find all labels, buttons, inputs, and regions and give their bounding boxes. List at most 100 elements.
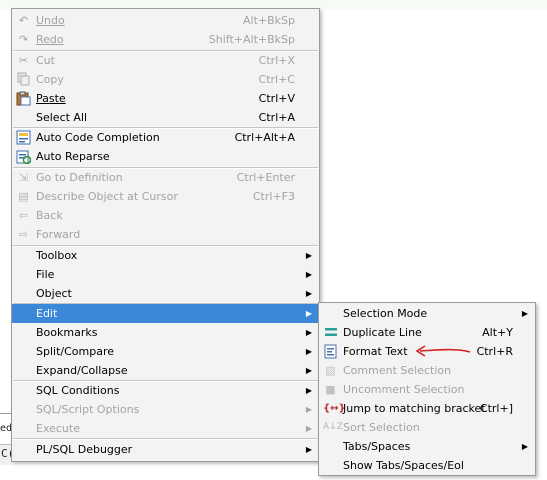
reparse-icon [16, 149, 32, 165]
menu-item-shortcut: Ctrl+V [258, 92, 295, 105]
menu-item-label: Auto Code Completion [36, 131, 160, 144]
menu-item-shortcut: Ctrl+R [476, 345, 513, 358]
submenu-arrow-icon: ▶ [305, 366, 312, 375]
menu-item-select-all[interactable]: Select All Ctrl+A [12, 108, 319, 127]
menu-item-label: Bookmarks [36, 326, 98, 339]
menu-item-label: Tabs/Spaces [343, 440, 411, 453]
menu-item-sql-conditions[interactable]: SQL Conditions ▶ [12, 381, 319, 400]
menu-item-label: Show Tabs/Spaces/Eol [343, 459, 464, 472]
menu-item-execute[interactable]: Execute ▶ [12, 419, 319, 438]
menu-item-go-to-definition[interactable]: ⇲ Go to Definition Ctrl+Enter [12, 168, 319, 187]
clipboard-icon [16, 91, 31, 106]
menu-item-edit[interactable]: Edit ▶ [12, 304, 319, 323]
submenu-item-show-tabs-spaces-eol[interactable]: Show Tabs/Spaces/Eol [319, 456, 535, 475]
submenu-arrow-icon: ▶ [305, 424, 312, 433]
menu-item-object[interactable]: Object ▶ [12, 284, 319, 303]
submenu-arrow-icon: ▶ [305, 270, 312, 279]
menu-item-label: Selection Mode [343, 307, 428, 320]
menu-item-label: Undo [36, 14, 65, 27]
bracket-icon: {↔} [323, 403, 346, 414]
duplicate-line-icon [323, 325, 338, 340]
uncomment-icon: ■ [325, 383, 336, 396]
submenu-item-jump-to-bracket[interactable]: {↔} Jump to matching bracket Ctrl+] [319, 399, 535, 418]
menu-item-label: Edit [36, 307, 58, 320]
comment-icon: ▨ [325, 364, 336, 377]
menu-item-file[interactable]: File ▶ [12, 265, 319, 284]
annotation-arrow-icon [415, 345, 471, 357]
submenu-arrow-icon: ▶ [305, 309, 312, 318]
menu-item-shortcut: Ctrl+A [258, 111, 295, 124]
submenu-arrow-icon: ▶ [305, 386, 312, 395]
menu-item-shortcut: Shift+Alt+BkSp [208, 33, 295, 46]
menu-item-label: File [36, 268, 55, 281]
menu-item-describe-object[interactable]: ▤ Describe Object at Cursor Ctrl+F3 [12, 187, 319, 206]
menu-item-redo[interactable]: ↷ Redo Shift+Alt+BkSp [12, 30, 319, 49]
menu-item-label: Go to Definition [36, 171, 123, 184]
menu-item-back[interactable]: ⇦ Back [12, 206, 319, 225]
menu-item-label: Copy [36, 73, 64, 86]
undo-icon: ↶ [18, 14, 29, 27]
menu-item-label: Duplicate Line [343, 326, 422, 339]
redo-icon: ↷ [18, 33, 29, 46]
submenu-arrow-icon: ▶ [305, 405, 312, 414]
menu-item-plsql-debugger[interactable]: PL/SQL Debugger ▶ [12, 440, 319, 459]
menu-item-undo[interactable]: ↶ Undo Alt+BkSp [12, 11, 319, 30]
menu-item-label: Auto Reparse [36, 150, 110, 163]
menu-item-expand-collapse[interactable]: Expand/Collapse ▶ [12, 361, 319, 380]
submenu-item-tabs-spaces[interactable]: Tabs/Spaces ▶ [319, 437, 535, 456]
context-menu: ↶ Undo Alt+BkSp ↷ Redo Shift+Alt+BkSp ✂ … [11, 8, 320, 462]
menu-item-shortcut: Alt+Y [482, 326, 513, 339]
menu-item-label: Describe Object at Cursor [36, 190, 178, 203]
submenu-arrow-icon: ▶ [521, 309, 528, 318]
menu-item-label: Back [36, 209, 63, 222]
menu-item-copy[interactable]: Copy Ctrl+C [12, 70, 319, 89]
menu-item-label: Paste [36, 92, 66, 105]
menu-item-toolbox[interactable]: Toolbox ▶ [12, 246, 319, 265]
submenu-arrow-icon: ▶ [305, 289, 312, 298]
sort-az-icon: A↓Z [323, 422, 343, 432]
submenu-item-duplicate-line[interactable]: Duplicate Line Alt+Y [319, 323, 535, 342]
menu-item-label: Redo [36, 33, 64, 46]
menu-item-shortcut: Ctrl+C [258, 73, 295, 86]
submenu-item-selection-mode[interactable]: Selection Mode ▶ [319, 304, 535, 323]
menu-item-auto-reparse[interactable]: Auto Reparse [12, 147, 319, 166]
format-text-icon [323, 344, 338, 359]
forward-arrow-icon: ⇨ [18, 228, 29, 241]
menu-item-cut[interactable]: ✂ Cut Ctrl+X [12, 51, 319, 70]
menu-item-label: Execute [36, 422, 80, 435]
edit-submenu: Selection Mode ▶ Duplicate Line Alt+Y Fo… [318, 302, 536, 476]
code-completion-icon [16, 130, 31, 145]
menu-item-label: PL/SQL Debugger [36, 443, 133, 456]
menu-item-label: Toolbox [36, 249, 78, 262]
back-arrow-icon: ⇦ [18, 209, 29, 222]
menu-item-label: SQL Conditions [36, 384, 120, 397]
menu-item-shortcut: Ctrl+Enter [236, 171, 295, 184]
menu-item-label: Forward [36, 228, 81, 241]
submenu-arrow-icon: ▶ [305, 347, 312, 356]
definition-icon: ⇲ [18, 171, 29, 184]
submenu-arrow-icon: ▶ [305, 251, 312, 260]
menu-item-shortcut: Ctrl+] [479, 402, 513, 415]
submenu-item-comment-selection[interactable]: ▨ Comment Selection [319, 361, 535, 380]
menu-item-split-compare[interactable]: Split/Compare ▶ [12, 342, 319, 361]
copy-icon [16, 72, 31, 87]
menu-item-sql-script-options[interactable]: SQL/Script Options ▶ [12, 400, 319, 419]
menu-item-label: Jump to matching bracket [343, 402, 486, 415]
menu-item-label: Object [36, 287, 72, 300]
scissors-icon: ✂ [18, 54, 29, 67]
menu-item-label: Cut [36, 54, 55, 67]
submenu-arrow-icon: ▶ [305, 328, 312, 337]
menu-item-label: Select All [36, 111, 88, 124]
menu-item-shortcut: Ctrl+F3 [252, 190, 295, 203]
menu-item-auto-code-completion[interactable]: Auto Code Completion Ctrl+Alt+A [12, 128, 319, 147]
submenu-item-sort-selection[interactable]: A↓Z Sort Selection [319, 418, 535, 437]
menu-item-label: Expand/Collapse [36, 364, 128, 377]
menu-item-paste[interactable]: Paste Ctrl+V [12, 89, 319, 108]
menu-item-forward[interactable]: ⇨ Forward [12, 225, 319, 244]
menu-item-bookmarks[interactable]: Bookmarks ▶ [12, 323, 319, 342]
menu-item-label: SQL/Script Options [36, 403, 140, 416]
describe-icon: ▤ [18, 190, 29, 203]
menu-item-label: Split/Compare [36, 345, 114, 358]
submenu-item-uncomment-selection[interactable]: ■ Uncomment Selection [319, 380, 535, 399]
menu-item-label: Uncomment Selection [343, 383, 465, 396]
